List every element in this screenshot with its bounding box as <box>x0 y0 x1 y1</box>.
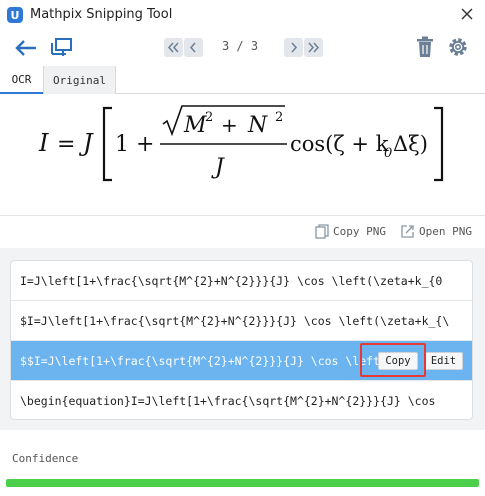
first-page-button[interactable] <box>164 38 183 57</box>
formula-N-sup: 2 <box>275 110 283 125</box>
latex-row-text: $$I=J\left[1+\frac{\sqrt{M^{2}+N^{2}}}{J… <box>20 354 408 368</box>
formula-inner-plus: + <box>221 113 238 137</box>
close-icon[interactable] <box>457 4 477 24</box>
next-page-button[interactable] <box>284 38 303 57</box>
mathpix-logo-icon: U <box>7 7 23 23</box>
chevron-right-icon <box>291 42 298 53</box>
png-actions: Copy PNG Open PNG <box>0 216 485 248</box>
chevron-left-icon <box>189 42 196 53</box>
latex-row-text: $I=J\left[1+\frac{\sqrt{M^{2}+N^{2}}}{J}… <box>20 314 450 328</box>
copy-png-label: Copy PNG <box>333 225 386 238</box>
formula-N: N <box>247 113 268 138</box>
latex-panel: I=J\left[1+\frac{\sqrt{M^{2}+N^{2}}}{J} … <box>0 248 485 430</box>
prev-page-button[interactable] <box>184 38 203 57</box>
tab-original[interactable]: Original <box>43 66 116 94</box>
confidence-bar <box>6 479 479 487</box>
confidence-label: Confidence <box>12 452 79 465</box>
edit-button[interactable]: Edit <box>424 352 463 370</box>
trash-icon[interactable] <box>415 36 435 58</box>
tab-ocr[interactable]: OCR <box>0 66 43 94</box>
screen-capture-icon[interactable] <box>50 36 74 58</box>
confidence-fill <box>6 479 479 487</box>
logo-letter: U <box>10 8 20 22</box>
title-bar: U Mathpix Snipping Tool <box>0 0 485 30</box>
copy-png-button[interactable]: Copy PNG <box>315 224 386 239</box>
latex-row-inline[interactable]: $I=J\left[1+\frac{\sqrt{M^{2}+N^{2}}}{J}… <box>11 301 472 341</box>
copy-highlight-annotation <box>360 343 426 377</box>
copy-icon <box>315 224 329 239</box>
toolbar: 3 / 3 <box>0 30 485 66</box>
formula-M-sup: 2 <box>205 110 213 125</box>
page-indicator: 3 / 3 <box>221 39 259 53</box>
double-chevron-left-icon <box>167 42 179 53</box>
formula-render: I = J 1 + M 2 + N 2 J cos(ζ + k 0 Δξ) <box>0 94 485 216</box>
double-chevron-right-icon <box>308 42 320 53</box>
latex-row-plain[interactable]: I=J\left[1+\frac{\sqrt{M^{2}+N^{2}}}{J} … <box>11 261 472 301</box>
gear-icon[interactable] <box>447 36 469 58</box>
last-page-button[interactable] <box>304 38 323 57</box>
view-tabs: OCR Original <box>0 66 485 94</box>
formula-equals: = <box>57 132 75 157</box>
latex-row-equation[interactable]: \begin{equation}I=J\left[1+\frac{\sqrt{M… <box>11 381 472 419</box>
external-link-icon <box>401 225 414 238</box>
formula-k-sub: 0 <box>384 146 392 161</box>
formula-I: I <box>38 129 49 157</box>
latex-row-text: I=J\left[1+\frac{\sqrt{M^{2}+N^{2}}}{J} … <box>20 274 443 288</box>
open-png-label: Open PNG <box>419 225 472 238</box>
formula-denominator: J <box>211 155 225 180</box>
formula-M: M <box>183 113 207 138</box>
left-bracket <box>102 106 112 182</box>
latex-row-text: \begin{equation}I=J\left[1+\frac{\sqrt{M… <box>20 394 436 408</box>
right-bracket <box>434 106 444 182</box>
open-png-button[interactable]: Open PNG <box>400 224 472 239</box>
formula-cos: cos(ζ + k <box>290 132 389 156</box>
formula-J: J <box>78 129 94 157</box>
rendered-formula: I = J 1 + M 2 + N 2 J cos(ζ + k 0 Δξ) <box>38 105 444 182</box>
window-title: Mathpix Snipping Tool <box>30 7 173 22</box>
latex-list: I=J\left[1+\frac{\sqrt{M^{2}+N^{2}}}{J} … <box>10 260 473 420</box>
formula-tail: Δξ) <box>393 132 428 156</box>
back-arrow-icon[interactable] <box>14 38 38 58</box>
formula-one-plus: 1 + <box>115 132 154 157</box>
